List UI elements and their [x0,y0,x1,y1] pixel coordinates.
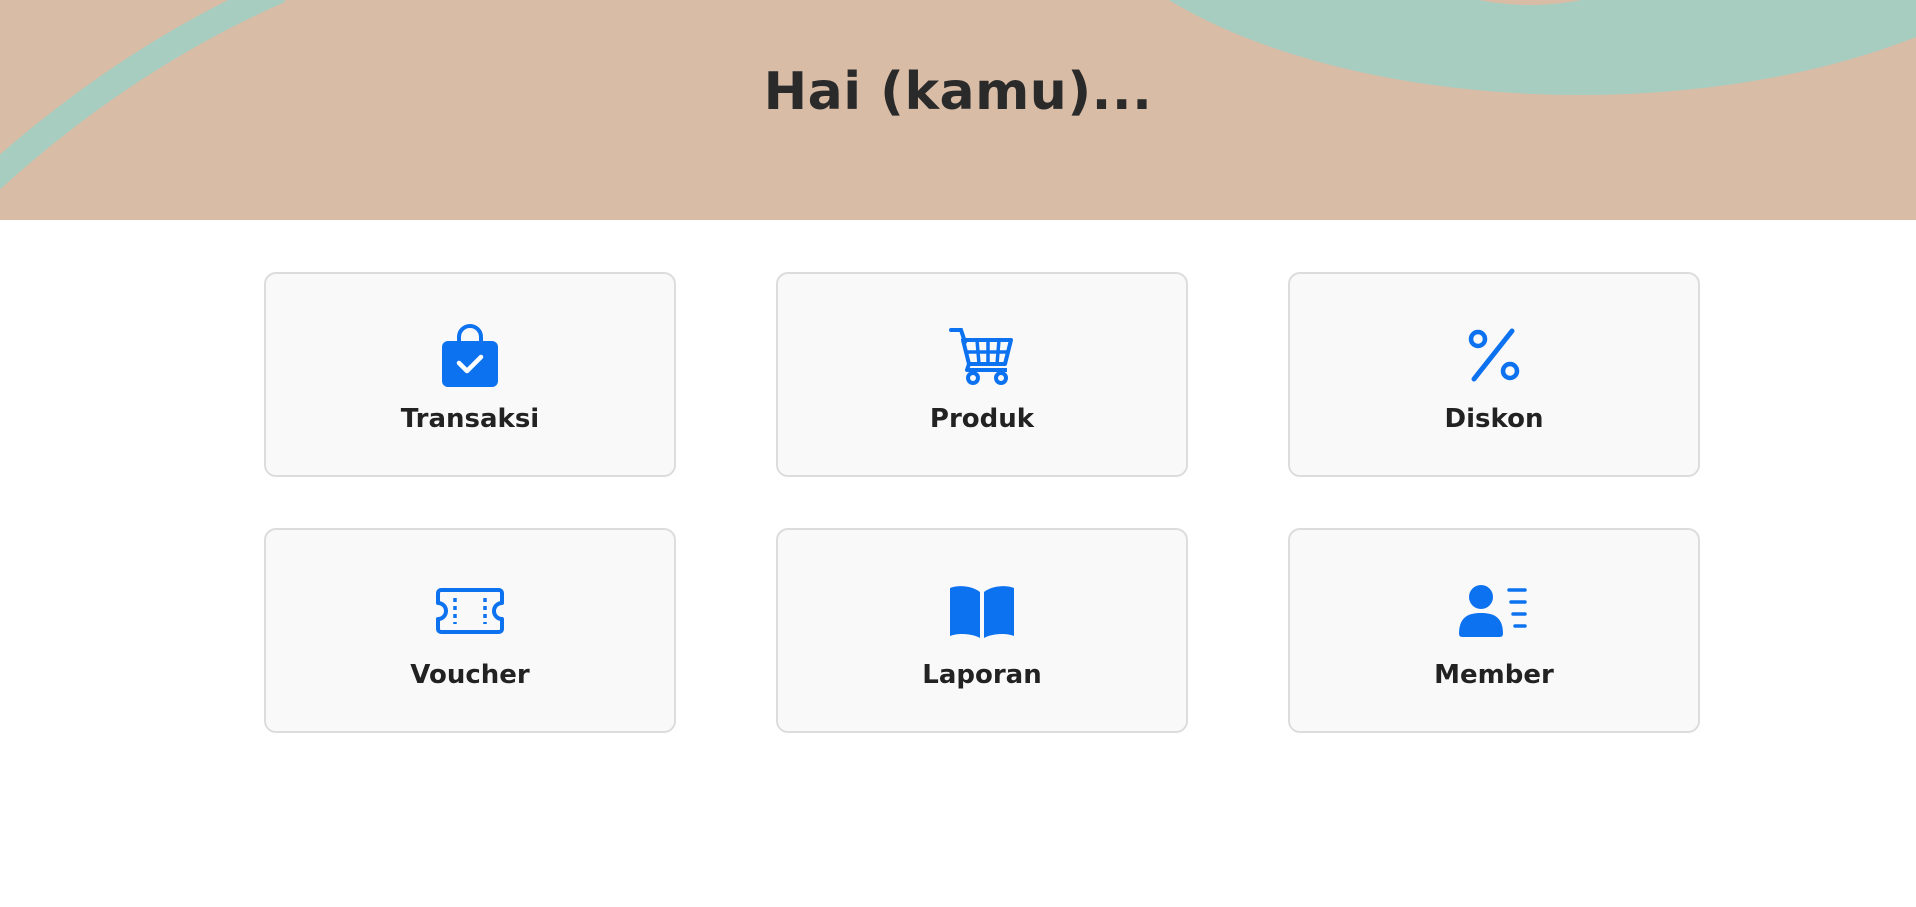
menu-card-transaksi[interactable]: Transaksi [264,272,676,477]
shopping-cart-icon [947,320,1017,390]
menu-card-label: Voucher [410,660,530,690]
menu-card-diskon[interactable]: Diskon [1288,272,1700,477]
menu-card-label: Diskon [1444,404,1544,434]
menu-grid: Transaksi Produk Diskon Voucher Laporan … [264,272,1700,733]
percent-icon [1459,320,1529,390]
menu-card-produk[interactable]: Produk [776,272,1188,477]
open-book-icon [947,576,1017,646]
shopping-bag-check-icon [435,320,505,390]
menu-card-label: Produk [929,404,1035,434]
menu-card-label: Transaksi [400,404,540,434]
header-banner: Hai (kamu)... [0,0,1916,220]
menu-card-laporan[interactable]: Laporan [776,528,1188,733]
menu-card-voucher[interactable]: Voucher [264,528,676,733]
menu-card-member[interactable]: Member [1288,528,1700,733]
ticket-icon [435,576,505,646]
page-title: Hai (kamu)... [763,62,1153,122]
person-lines-icon [1459,576,1529,646]
menu-card-label: Laporan [922,660,1042,690]
menu-card-label: Member [1434,660,1554,690]
